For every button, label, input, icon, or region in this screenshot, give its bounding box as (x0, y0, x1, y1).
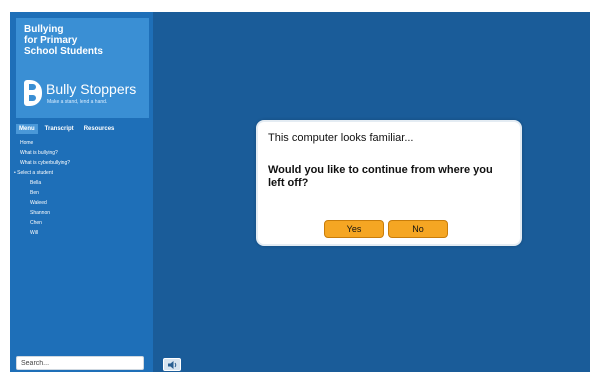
no-button[interactable]: No (388, 220, 448, 238)
menu-item-select-a-student[interactable]: Select a student (17, 168, 148, 178)
course-title-line-2: for Primary (24, 35, 78, 46)
menu-item-student-waleed[interactable]: Waleed (20, 198, 148, 208)
menu-item-what-is-cyberbullying[interactable]: What is cyberbullying? (20, 158, 148, 168)
course-player: Bullying for Primary School Students Bul… (10, 12, 590, 372)
tab-resources[interactable]: Resources (81, 124, 118, 134)
tab-menu[interactable]: Menu (16, 124, 38, 134)
search-input[interactable] (16, 356, 144, 370)
course-title-line-3: School Students (24, 46, 103, 57)
menu-item-home[interactable]: Home (20, 138, 148, 148)
menu-item-student-shannon[interactable]: Shannon (20, 208, 148, 218)
logo-b-icon (24, 80, 42, 106)
bully-stoppers-logo: Bully Stoppers Make a stand, lend a hand… (24, 80, 144, 108)
menu-item-student-will[interactable]: Will (20, 228, 148, 238)
sidebar: Bullying for Primary School Students Bul… (10, 12, 153, 372)
tab-transcript[interactable]: Transcript (42, 124, 77, 134)
menu-list: Home What is bullying? What is cyberbull… (17, 138, 148, 238)
menu-item-student-ben[interactable]: Ben (20, 188, 148, 198)
yes-button[interactable]: Yes (324, 220, 384, 238)
sound-button[interactable] (163, 358, 181, 371)
resume-dialog: This computer looks familiar... Would yo… (256, 120, 522, 246)
speaker-icon (168, 361, 177, 369)
logo-name: Bully Stoppers (46, 81, 137, 97)
brand-panel: Bullying for Primary School Students Bul… (16, 18, 149, 118)
dialog-question: Would you like to continue from where yo… (268, 164, 493, 189)
course-title-line-1: Bullying (24, 24, 64, 35)
menu-item-student-bella[interactable]: Bella (20, 178, 148, 188)
menu-item-student-chen[interactable]: Chen (20, 218, 148, 228)
dialog-title: This computer looks familiar... (268, 132, 414, 144)
sidebar-tabs: Menu Transcript Resources (16, 122, 149, 134)
logo-tagline: Make a stand, lend a hand. (47, 99, 108, 105)
menu-item-what-is-bullying[interactable]: What is bullying? (20, 148, 148, 158)
